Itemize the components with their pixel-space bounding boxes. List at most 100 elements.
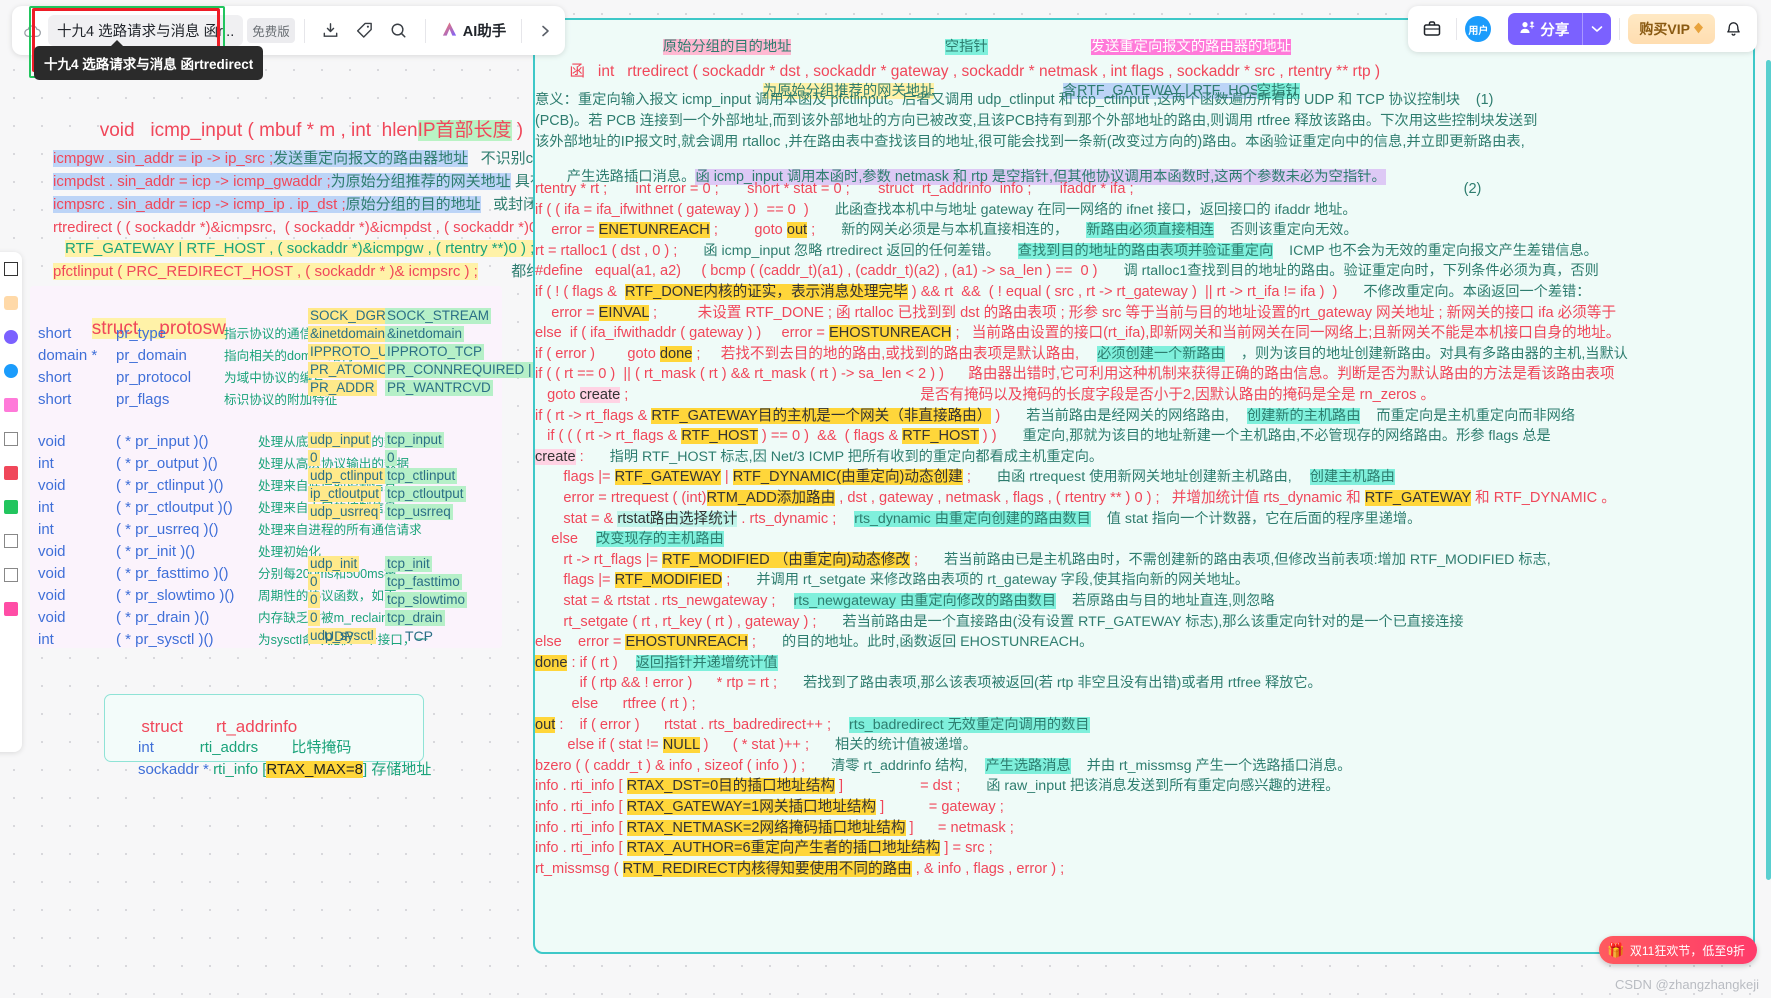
code-line-text: info . rti_info [ RTAX_AUTHOR=6重定向产生者的插口… — [535, 840, 993, 857]
code-line-text: if ( ( rt == 0 ) || ( rt_mask ( rt ) && … — [535, 366, 1615, 383]
highlight-tool-icon[interactable] — [4, 466, 18, 480]
table-tool-icon[interactable] — [4, 568, 18, 582]
image-tool-icon[interactable] — [4, 534, 18, 548]
chevron-right-icon[interactable] — [531, 16, 559, 46]
paragraph-1: (PCB)。若 PCB 连接到一个外部地址,而到该外部地址的方向已被改变,且该P… — [535, 113, 1538, 129]
promo-banner[interactable]: 🎁 双11狂欢节，低至9折 — [1599, 936, 1757, 964]
paragraph-0: 意义：重定向输入报文 icmp_input 调用本函及 pfctlinput。后… — [535, 92, 1494, 108]
code-line-text: flags |= RTF_MODIFIED ; — [535, 572, 731, 589]
code-line-note-highlight: 改变现存的主机路由 — [596, 531, 724, 548]
code-line-26: out : if ( error ) rtstat . rts_badredir… — [535, 716, 1090, 733]
tcp-cell-13: tcp_drain — [385, 610, 445, 626]
code-line-text: else if ( ifa_ifwithaddr ( gateway ) ) e… — [535, 325, 1621, 342]
text-tool-icon[interactable] — [4, 432, 18, 446]
code-line-note-tail: ，则为该目的地址创建新路由。对具有多路由器的主机,当默认 — [1240, 345, 1628, 362]
bell-icon[interactable] — [1717, 13, 1749, 45]
toolbar-divider-2 — [424, 18, 426, 43]
chevron-down-icon[interactable] — [1583, 25, 1611, 33]
code-line-24: if ( rtp && ! error ) * rtp = rt ; 若找到了路由… — [535, 676, 1322, 691]
vertical-scrollbar[interactable] — [1766, 60, 1771, 880]
code-line-note: 的目的地址。此时,函数返回 EHOSTUNREACH。 — [781, 634, 1094, 651]
code-line-note: 不修改重定向。本函返回一个差错： — [1363, 284, 1591, 300]
code-line-text: bzero ( ( caddr_t ) & info , sizeof ( in… — [535, 757, 806, 774]
code-line-text: out : if ( error ) rtstat . rts_badredir… — [535, 716, 832, 733]
udp-cell-7: udp_ctlinput — [308, 468, 385, 484]
code-line-note: 指明 RTF_HOST 标志,因 Net/3 ICMP 把所有收到的重定向都看成… — [609, 448, 1104, 465]
code-line-6: error = EINVAL ; 未设置 RTF_DONE ; 函 rtallo… — [535, 304, 1616, 321]
code-line-33: rt_missmsg ( RTM_REDIRECT内核得知要使用不同的路由 , … — [535, 860, 1065, 877]
code-line-text: stat = & rtstat路由选择统计 . rts_dynamic ; — [535, 510, 837, 527]
ai-sparkle-icon — [441, 21, 458, 41]
briefcase-icon[interactable] — [1416, 13, 1448, 45]
tcp-label: TCP — [405, 628, 433, 644]
left-tool-rail[interactable] — [0, 252, 22, 752]
code-line-text: else rtfree ( rt ) ; — [535, 696, 696, 712]
share-label: 分享 — [1540, 22, 1570, 39]
select-tool-icon[interactable] — [4, 262, 18, 276]
promo-label: 双11狂欢节，低至9折 — [1629, 943, 1745, 958]
code-line-text: error = rtrequest ( (int)RTM_ADD添加路由 , d… — [535, 490, 1616, 506]
protosw-field-0: short pr_type 指示协议的通信语义 — [38, 325, 338, 342]
code-line-32: info . rti_info [ RTAX_AUTHOR=6重定向产生者的插口… — [535, 840, 993, 857]
code-line-note-tail: ICMP 也不会为无效的重定向报文产生差错信息。 — [1289, 242, 1598, 259]
free-version-badge: 免费版 — [247, 18, 295, 43]
code-line-note: 若找到了路由表项,那么该表项被返回(若 rtp 非空且没有出错)或者用 rtfr… — [803, 675, 1322, 692]
code-line-text: if ( error ) goto done ; 若找不到去目的地的路由,或找到… — [535, 345, 1080, 362]
code-line-note-tail: 若原路由与目的地址直连,则忽略 — [1072, 593, 1275, 609]
frame-tool-icon[interactable] — [4, 500, 18, 514]
tcp-cell-1: &inetdomain — [385, 326, 465, 342]
share-button[interactable]: 分享 — [1508, 13, 1612, 45]
sticky-note-icon[interactable] — [4, 296, 18, 310]
code-line-15: error = rtrequest ( (int)RTM_ADD添加路由 , d… — [535, 490, 1616, 506]
search-icon[interactable] — [382, 14, 416, 48]
code-line-note: 清零 rt_addrinfo 结构, — [831, 757, 968, 774]
protosw-udp-column: SOCK_DGRAM &inetdomain IPPROTO_UDP PR_ATOMI… — [308, 306, 409, 644]
code-line-text: else if ( stat != NULL ) ( * stat )++ ; — [535, 737, 810, 754]
icmp-input-block: void icmp_input ( mbuf * m , int hlenIP首… — [28, 96, 575, 280]
document-title[interactable]: 十九4 选路请求与消息 函r... — [48, 15, 244, 46]
toolbar-divider-3 — [521, 18, 523, 43]
code-line-30: info . rti_info [ RTAX_GATEWAY=1网关插口地址结构… — [535, 799, 1004, 815]
tcp-cell-2: IPPROTO_TCP — [385, 344, 485, 360]
download-icon[interactable] — [314, 14, 348, 48]
code-line-note: 并调用 rt_setgate 来修改路由表项的 rt_gateway 字段,使其… — [756, 572, 1250, 589]
code-line-25: else rtfree ( rt ) ; — [535, 696, 696, 712]
udp-cell-1: &inetdomain — [308, 326, 388, 342]
ai-assistant-button[interactable]: AI助手 — [435, 20, 513, 41]
tcp-cell-0: SOCK_STREAM — [385, 308, 492, 324]
vip-label: 购买VIP — [1639, 21, 1690, 37]
tcp-cell-3: PR_CONNREQUIRED | — [385, 362, 534, 378]
protosw-field-1: domain * pr_domain 指向相关的domain结构 — [38, 347, 354, 364]
code-line-text: done : if ( rt ) — [535, 654, 618, 671]
tcp-cell-5: tcp_input — [385, 432, 444, 448]
tcp-cell-8: tcp_ctloutput — [385, 486, 466, 502]
code-line-note-highlight: 新路由必须直接相连 — [1086, 222, 1214, 239]
connector-tool-icon[interactable] — [4, 364, 18, 378]
pen-tool-icon[interactable] — [4, 398, 18, 412]
tcp-cell-10: tcp_init — [385, 556, 432, 572]
code-line-3: rt = rtalloc1 ( dst , 0 ) ; 函 icmp_input … — [535, 242, 1598, 259]
tcp-cell-6: 0 — [385, 450, 397, 466]
udp-cell-4: PR_ADDR — [308, 380, 377, 396]
code-line-note: 函 raw_input 把该消息发送到所有重定向感兴趣的进程。 — [986, 778, 1340, 795]
code-line-note-highlight: 必须创建一个新路由 — [1097, 345, 1225, 362]
code-line-text: rt_missmsg ( RTM_REDIRECT内核得知要使用不同的路由 , … — [535, 860, 1065, 877]
code-line-number: (2) — [1463, 181, 1482, 197]
code-line-text: info . rti_info [ RTAX_NETMASK=2网络掩码插口地址… — [535, 819, 1014, 836]
code-line-text: if ( ! ( flags & RTF_DONE内核的证实，表示消息处理完毕 … — [535, 284, 1338, 300]
code-line-note: 相关的统计值被递增。 — [835, 737, 977, 754]
code-line-5: if ( ! ( flags & RTF_DONE内核的证实，表示消息处理完毕 … — [535, 284, 1591, 300]
avatar[interactable]: 用户 — [1465, 16, 1492, 42]
code-line-7: else if ( ifa_ifwithaddr ( gateway ) ) e… — [535, 325, 1621, 342]
shape-tool-icon[interactable] — [4, 330, 18, 344]
code-line-1: if ( ( ifa = ifa_ifwithnet ( gateway ) )… — [535, 202, 1357, 218]
code-line-note: 函 icmp_input 忽略 rtredirect 返回的任何差错。 — [703, 242, 1000, 259]
buy-vip-button[interactable]: 购买VIP — [1628, 14, 1715, 44]
more-tool-icon[interactable] — [4, 602, 18, 616]
code-line-text: stat = & rtstat . rts_newgateway ; — [535, 593, 776, 609]
code-line-4: #define equal(a1, a2) ( bcmp ( (caddr_t)… — [535, 264, 1599, 279]
protosw-field-2: short pr_protocol 为域中协议的编号 — [38, 369, 325, 386]
code-line-note-tail: 而重定向是主机重定向而非网络 — [1376, 407, 1576, 424]
tag-icon[interactable] — [348, 14, 382, 48]
code-line-note-highlight: rts_newgateway 由重定向修改的路由数目 — [793, 593, 1057, 609]
